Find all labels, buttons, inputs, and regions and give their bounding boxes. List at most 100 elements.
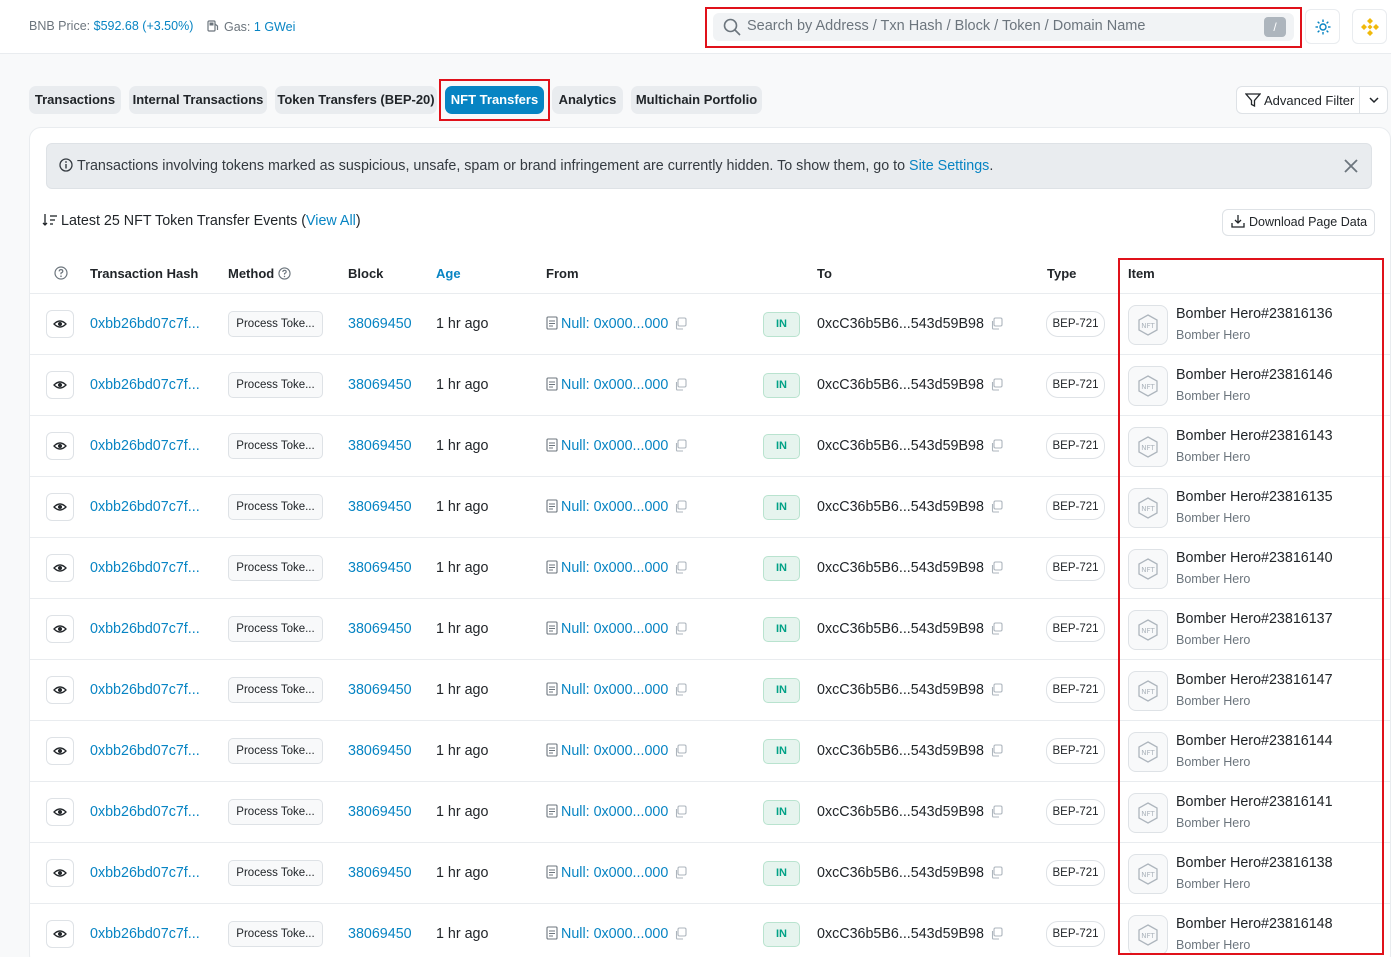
- copy-from-icon[interactable]: [674, 622, 687, 635]
- from-address-link[interactable]: Null: 0x000...000: [561, 438, 668, 454]
- copy-from-icon[interactable]: [674, 317, 687, 330]
- block-link[interactable]: 38069450: [348, 743, 412, 759]
- theme-toggle-button[interactable]: [1305, 9, 1340, 44]
- view-details-button[interactable]: [46, 676, 74, 704]
- transaction-hash-link[interactable]: 0xbb26bd07c7f...: [90, 865, 200, 881]
- search-input[interactable]: Search by Address / Txn Hash / Block / T…: [747, 18, 1145, 34]
- advanced-filter-button[interactable]: Advanced Filter: [1244, 93, 1354, 108]
- copy-from-icon[interactable]: [674, 683, 687, 696]
- tab-analytics[interactable]: Analytics: [552, 86, 623, 114]
- copy-to-icon[interactable]: [990, 439, 1003, 452]
- view-details-button[interactable]: [46, 432, 74, 460]
- copy-from-icon[interactable]: [674, 927, 687, 940]
- tab-multichain-portfolio[interactable]: Multichain Portfolio: [631, 86, 762, 114]
- block-link[interactable]: 38069450: [348, 865, 412, 881]
- copy-to-icon[interactable]: [990, 317, 1003, 330]
- view-details-button[interactable]: [46, 920, 74, 948]
- copy-from-icon[interactable]: [674, 805, 687, 818]
- block-link[interactable]: 38069450: [348, 682, 412, 698]
- col-age[interactable]: Age: [436, 266, 461, 281]
- copy-from-icon[interactable]: [674, 500, 687, 513]
- item-name-link[interactable]: Bomber Hero#23816143: [1176, 428, 1333, 444]
- block-link[interactable]: 38069450: [348, 560, 412, 576]
- method-info-icon[interactable]: [278, 267, 291, 280]
- block-link[interactable]: 38069450: [348, 316, 412, 332]
- block-link[interactable]: 38069450: [348, 377, 412, 393]
- view-details-button[interactable]: [46, 493, 74, 521]
- network-button[interactable]: [1352, 9, 1387, 44]
- item-name-link[interactable]: Bomber Hero#23816147: [1176, 672, 1333, 688]
- copy-to-icon[interactable]: [990, 927, 1003, 940]
- question-icon[interactable]: [54, 266, 68, 280]
- transaction-hash-link[interactable]: 0xbb26bd07c7f...: [90, 377, 200, 393]
- copy-from-icon[interactable]: [674, 561, 687, 574]
- copy-to-icon[interactable]: [990, 866, 1003, 879]
- tab-transactions[interactable]: Transactions: [29, 86, 121, 114]
- copy-from-icon[interactable]: [674, 439, 687, 452]
- view-details-button[interactable]: [46, 371, 74, 399]
- item-name-link[interactable]: Bomber Hero#23816146: [1176, 367, 1333, 383]
- search-bar[interactable]: Search by Address / Txn Hash / Block / T…: [713, 13, 1294, 41]
- transaction-hash-link[interactable]: 0xbb26bd07c7f...: [90, 743, 200, 759]
- from-address-link[interactable]: Null: 0x000...000: [561, 926, 668, 942]
- close-icon[interactable]: [1341, 156, 1361, 176]
- site-settings-link[interactable]: Site Settings: [909, 158, 989, 174]
- view-details-button[interactable]: [46, 615, 74, 643]
- transaction-hash-link[interactable]: 0xbb26bd07c7f...: [90, 499, 200, 515]
- nft-thumbnail[interactable]: NFT: [1128, 305, 1168, 345]
- view-details-button[interactable]: [46, 310, 74, 338]
- block-link[interactable]: 38069450: [348, 438, 412, 454]
- copy-from-icon[interactable]: [674, 378, 687, 391]
- chevron-down-icon[interactable]: [1367, 93, 1381, 107]
- transaction-hash-link[interactable]: 0xbb26bd07c7f...: [90, 621, 200, 637]
- from-address-link[interactable]: Null: 0x000...000: [561, 865, 668, 881]
- nft-thumbnail[interactable]: NFT: [1128, 732, 1168, 772]
- copy-to-icon[interactable]: [990, 622, 1003, 635]
- item-name-link[interactable]: Bomber Hero#23816138: [1176, 855, 1333, 871]
- transaction-hash-link[interactable]: 0xbb26bd07c7f...: [90, 560, 200, 576]
- item-name-link[interactable]: Bomber Hero#23816148: [1176, 916, 1333, 932]
- transaction-hash-link[interactable]: 0xbb26bd07c7f...: [90, 804, 200, 820]
- view-all-link[interactable]: View All: [306, 213, 356, 229]
- advanced-filter[interactable]: Advanced Filter: [1236, 86, 1388, 114]
- copy-to-icon[interactable]: [990, 805, 1003, 818]
- from-address-link[interactable]: Null: 0x000...000: [561, 682, 668, 698]
- gas-value[interactable]: 1 GWei: [254, 20, 295, 34]
- view-details-button[interactable]: [46, 554, 74, 582]
- nft-thumbnail[interactable]: NFT: [1128, 366, 1168, 406]
- from-address-link[interactable]: Null: 0x000...000: [561, 377, 668, 393]
- transaction-hash-link[interactable]: 0xbb26bd07c7f...: [90, 438, 200, 454]
- item-name-link[interactable]: Bomber Hero#23816140: [1176, 550, 1333, 566]
- copy-from-icon[interactable]: [674, 866, 687, 879]
- view-details-button[interactable]: [46, 798, 74, 826]
- block-link[interactable]: 38069450: [348, 926, 412, 942]
- tab-token-transfers[interactable]: Token Transfers (BEP-20): [275, 86, 437, 114]
- bnb-price-value[interactable]: $592.68 (+3.50%): [94, 19, 194, 33]
- download-page-data-button[interactable]: Download Page Data: [1222, 209, 1375, 236]
- from-address-link[interactable]: Null: 0x000...000: [561, 499, 668, 515]
- tab-internal-transactions[interactable]: Internal Transactions: [129, 86, 267, 114]
- from-address-link[interactable]: Null: 0x000...000: [561, 621, 668, 637]
- item-name-link[interactable]: Bomber Hero#23816136: [1176, 306, 1333, 322]
- nft-thumbnail[interactable]: NFT: [1128, 610, 1168, 650]
- block-link[interactable]: 38069450: [348, 499, 412, 515]
- copy-to-icon[interactable]: [990, 561, 1003, 574]
- transaction-hash-link[interactable]: 0xbb26bd07c7f...: [90, 316, 200, 332]
- from-address-link[interactable]: Null: 0x000...000: [561, 743, 668, 759]
- nft-thumbnail[interactable]: NFT: [1128, 915, 1168, 955]
- item-name-link[interactable]: Bomber Hero#23816144: [1176, 733, 1333, 749]
- from-address-link[interactable]: Null: 0x000...000: [561, 316, 668, 332]
- item-name-link[interactable]: Bomber Hero#23816141: [1176, 794, 1333, 810]
- nft-thumbnail[interactable]: NFT: [1128, 427, 1168, 467]
- item-name-link[interactable]: Bomber Hero#23816137: [1176, 611, 1333, 627]
- copy-to-icon[interactable]: [990, 683, 1003, 696]
- copy-to-icon[interactable]: [990, 378, 1003, 391]
- nft-thumbnail[interactable]: NFT: [1128, 854, 1168, 894]
- from-address-link[interactable]: Null: 0x000...000: [561, 804, 668, 820]
- nft-thumbnail[interactable]: NFT: [1128, 549, 1168, 589]
- tab-nft-transfers[interactable]: NFT Transfers: [445, 86, 544, 114]
- copy-to-icon[interactable]: [990, 500, 1003, 513]
- view-details-button[interactable]: [46, 859, 74, 887]
- block-link[interactable]: 38069450: [348, 621, 412, 637]
- transaction-hash-link[interactable]: 0xbb26bd07c7f...: [90, 682, 200, 698]
